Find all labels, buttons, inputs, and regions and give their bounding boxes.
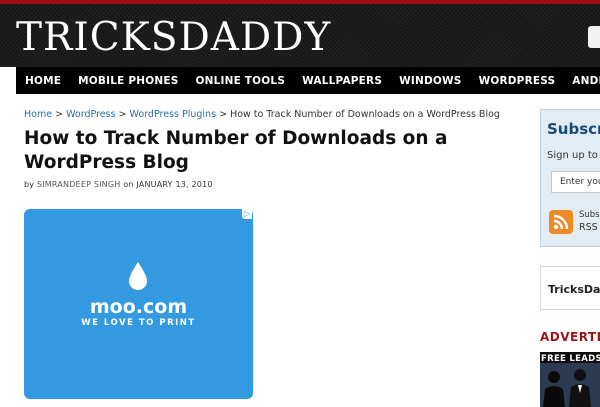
advertise-heading: ADVERTIS	[540, 330, 600, 344]
breadcrumb-separator: >	[219, 109, 228, 120]
breadcrumb-separator: >	[55, 109, 64, 120]
subscribe-title: Subscri	[547, 120, 600, 138]
site-logo[interactable]: TRICKSDADDY	[16, 16, 331, 60]
nav-item-home[interactable]: HOME	[25, 75, 61, 87]
businessmen-silhouette-icon	[540, 363, 600, 407]
main-nav: HOME MOBILE PHONES ONLINE TOOLS WALLPAPE…	[16, 67, 600, 94]
moo-drop-icon	[129, 262, 147, 290]
subscribe-text: Sign up to r	[547, 150, 600, 161]
header-search-box[interactable]	[588, 26, 600, 48]
subscribe-email-input[interactable]: Enter you	[551, 171, 600, 193]
post-meta: by SIMRANDEEP SINGH on JANUARY 13, 2010	[24, 180, 524, 189]
main-content: Home > WordPress > WordPress Plugins > H…	[24, 109, 524, 189]
nav-item-wordpress[interactable]: WORDPRESS	[479, 75, 556, 87]
post-title: How to Track Number of Downloads on a Wo…	[24, 128, 448, 173]
free-leads-ad[interactable]: FREE LEADS FREE	[540, 352, 600, 407]
breadcrumb-wordpress-link[interactable]: WordPress	[66, 109, 115, 120]
breadcrumb-current: How to Track Number of Downloads on a Wo…	[230, 109, 500, 120]
post-author-link[interactable]: SIMRANDEEP SINGH	[37, 180, 121, 189]
meta-by: by	[24, 180, 35, 189]
nav-item-online-tools[interactable]: ONLINE TOOLS	[195, 75, 285, 87]
moo-ad-banner[interactable]: ▷ moo.com WE LOVE TO PRINT	[24, 209, 253, 399]
ad-tagline: WE LOVE TO PRINT	[81, 318, 196, 328]
ad-brand: moo.com	[89, 296, 188, 318]
breadcrumb: Home > WordPress > WordPress Plugins > H…	[24, 109, 524, 120]
adchoices-icon[interactable]: ▷	[242, 209, 252, 219]
breadcrumb-separator: >	[118, 109, 127, 120]
nav-item-android[interactable]: ANDROID	[572, 75, 600, 87]
meta-on: on	[123, 180, 134, 189]
tricksdaddy-widget: TricksDad	[540, 266, 600, 310]
nav-item-windows[interactable]: WINDOWS	[399, 75, 461, 87]
tricksdaddy-widget-label: TricksDad	[548, 283, 600, 296]
site-header: TRICKSDADDY	[0, 4, 600, 67]
nav-item-mobile-phones[interactable]: MOBILE PHONES	[78, 75, 178, 87]
rss-subscribe-text: Subsc	[579, 210, 600, 220]
rss-icon[interactable]	[549, 210, 573, 234]
rss-glyph-icon	[553, 214, 569, 230]
rss-label[interactable]: RSS	[579, 222, 598, 233]
post-date: JANUARY 13, 2010	[136, 180, 213, 189]
subscribe-widget: Subscri Sign up to r Enter you Subsc RSS	[540, 109, 600, 247]
breadcrumb-home-link[interactable]: Home	[24, 109, 52, 120]
nav-item-wallpapers[interactable]: WALLPAPERS	[302, 75, 382, 87]
breadcrumb-plugins-link[interactable]: WordPress Plugins	[130, 109, 216, 120]
